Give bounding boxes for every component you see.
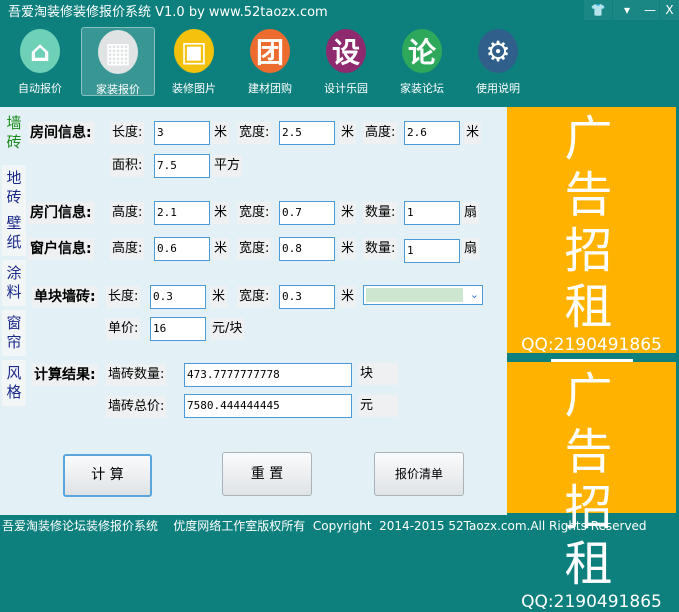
- ad-panel-2[interactable]: 广告 招租 QQ:2190491865: [507, 362, 676, 612]
- reset-button[interactable]: 重 置: [222, 452, 312, 496]
- toolbar-button-1[interactable]: ▦ 家装报价: [81, 27, 155, 96]
- unit: 米: [212, 238, 230, 260]
- window-width-label: 宽度:: [237, 238, 272, 260]
- toolbar-label: 装修图片: [172, 82, 216, 95]
- minimize-button[interactable]: —: [641, 0, 659, 20]
- toolbar-label: 家装报价: [96, 83, 140, 96]
- window-info-label: 窗户信息:: [28, 238, 94, 260]
- tile-length-label: 长度:: [106, 286, 141, 308]
- toolbar-icon: ▦: [98, 30, 138, 74]
- unit: 米: [464, 122, 482, 144]
- door-count-label: 数量:: [363, 202, 398, 224]
- toolbar-label: 家装论坛: [400, 82, 444, 95]
- toolbar-button-0[interactable]: ⌂ 自动报价: [3, 27, 77, 96]
- toolbar-icon: ▣: [174, 29, 214, 73]
- room-info-label: 房间信息:: [28, 122, 94, 144]
- tab-4[interactable]: 窗帘: [2, 310, 26, 356]
- total-unit: 元: [358, 395, 398, 417]
- skin-button[interactable]: 👕: [584, 0, 612, 20]
- toolbar-label: 自动报价: [18, 82, 62, 95]
- toolbar-label: 建材团购: [248, 82, 292, 95]
- price-unit: 元/块: [210, 318, 245, 340]
- result-label: 计算结果:: [32, 364, 98, 386]
- quote-list-button[interactable]: 报价清单: [374, 452, 464, 496]
- ad-panel-1[interactable]: 广告 招租 QQ:2190491865: [507, 107, 676, 441]
- ad-qq: QQ:2190491865: [521, 592, 662, 612]
- door-info-label: 房门信息:: [28, 202, 94, 224]
- toolbar-button-2[interactable]: ▣ 装修图片: [157, 27, 231, 96]
- tile-label: 单块墙砖:: [32, 286, 98, 308]
- toolbar-label: 使用说明: [476, 82, 520, 95]
- toolbar-icon: ⚙: [478, 29, 518, 73]
- price-label: 单价:: [106, 318, 141, 340]
- room-width-input[interactable]: 2.5: [279, 121, 335, 145]
- count-unit: 块: [358, 363, 398, 385]
- room-width-label: 宽度:: [237, 122, 272, 144]
- unit: 米: [339, 122, 357, 144]
- toolbar-button-3[interactable]: 团建材团购: [233, 27, 307, 96]
- unit: 米: [339, 202, 357, 224]
- toolbar-button-5[interactable]: 论家装论坛: [385, 27, 459, 96]
- unit: 米: [212, 202, 230, 224]
- toolbar-icon: 论: [402, 29, 442, 73]
- toolbar-button-6[interactable]: ⚙ 使用说明: [461, 27, 535, 96]
- door-count-input[interactable]: 1: [404, 201, 460, 225]
- tile-type-select[interactable]: ⌄: [363, 285, 483, 305]
- count-label: 墙砖数量:: [106, 364, 167, 386]
- toolbar-button-4[interactable]: 设设计乐园: [309, 27, 383, 96]
- door-height-label: 高度:: [110, 202, 145, 224]
- tile-count-output[interactable]: 473.7777777778: [184, 363, 352, 387]
- tile-width-label: 宽度:: [237, 286, 272, 308]
- window-height-input[interactable]: 0.6: [154, 237, 210, 261]
- tile-width-input[interactable]: 0.3: [279, 285, 335, 309]
- door-width-input[interactable]: 0.7: [279, 201, 335, 225]
- window-width-input[interactable]: 0.8: [279, 237, 335, 261]
- tile-total-output[interactable]: 7580.444444445: [184, 394, 352, 418]
- ad-line2: 招租: [564, 223, 641, 335]
- room-length-input[interactable]: 3: [154, 121, 210, 145]
- toolbar-icon: 团: [250, 29, 290, 73]
- window-count-label: 数量:: [363, 238, 398, 260]
- calculate-button[interactable]: 计 算: [63, 454, 152, 497]
- unit: 米: [339, 286, 357, 308]
- toolbar-icon: 设: [326, 29, 366, 73]
- room-height-label: 高度:: [363, 122, 398, 144]
- tab-1[interactable]: 地砖: [2, 165, 26, 211]
- unit: 米: [210, 286, 228, 308]
- toolbar-icon: ⌂: [20, 29, 60, 73]
- tab-3[interactable]: 涂料: [2, 260, 26, 306]
- footer-copyright: 吾爱淘装修论坛装修报价系统 优度网络工作室版权所有 Copyright 2014…: [2, 519, 647, 533]
- price-input[interactable]: 16: [150, 317, 206, 341]
- count-unit: 扇: [462, 202, 480, 224]
- tab-2[interactable]: 壁纸: [2, 210, 26, 256]
- unit: 米: [212, 122, 230, 144]
- door-height-input[interactable]: 2.1: [154, 201, 210, 225]
- area-label: 面积:: [110, 155, 145, 177]
- ad-line1: 广告: [564, 368, 641, 480]
- tile-length-input[interactable]: 0.3: [150, 285, 206, 309]
- ad-qq: QQ:2190491865: [521, 335, 662, 355]
- window-height-label: 高度:: [110, 238, 145, 260]
- ad-line1: 广告: [564, 111, 641, 223]
- window-count-input[interactable]: 1: [404, 239, 460, 263]
- window-title: 吾爱淘装修装修报价系统 V1.0 by www.52taozx.com: [8, 5, 328, 20]
- total-label: 墙砖总价:: [106, 396, 167, 418]
- select-value: [366, 288, 463, 302]
- unit: 米: [339, 238, 357, 260]
- room-height-input[interactable]: 2.6: [404, 121, 460, 145]
- close-button[interactable]: X: [660, 0, 679, 20]
- chevron-down-icon: ⌄: [469, 288, 479, 301]
- area-input[interactable]: 7.5: [154, 154, 210, 178]
- area-unit: 平方: [212, 155, 243, 177]
- count-unit: 扇: [462, 238, 480, 260]
- door-width-label: 宽度:: [237, 202, 272, 224]
- toolbar-label: 设计乐园: [324, 82, 368, 95]
- menu-button[interactable]: ▾: [613, 0, 641, 20]
- tab-5[interactable]: 风格: [2, 360, 26, 406]
- tab-0[interactable]: 墙砖: [2, 110, 26, 156]
- room-length-label: 长度:: [110, 122, 145, 144]
